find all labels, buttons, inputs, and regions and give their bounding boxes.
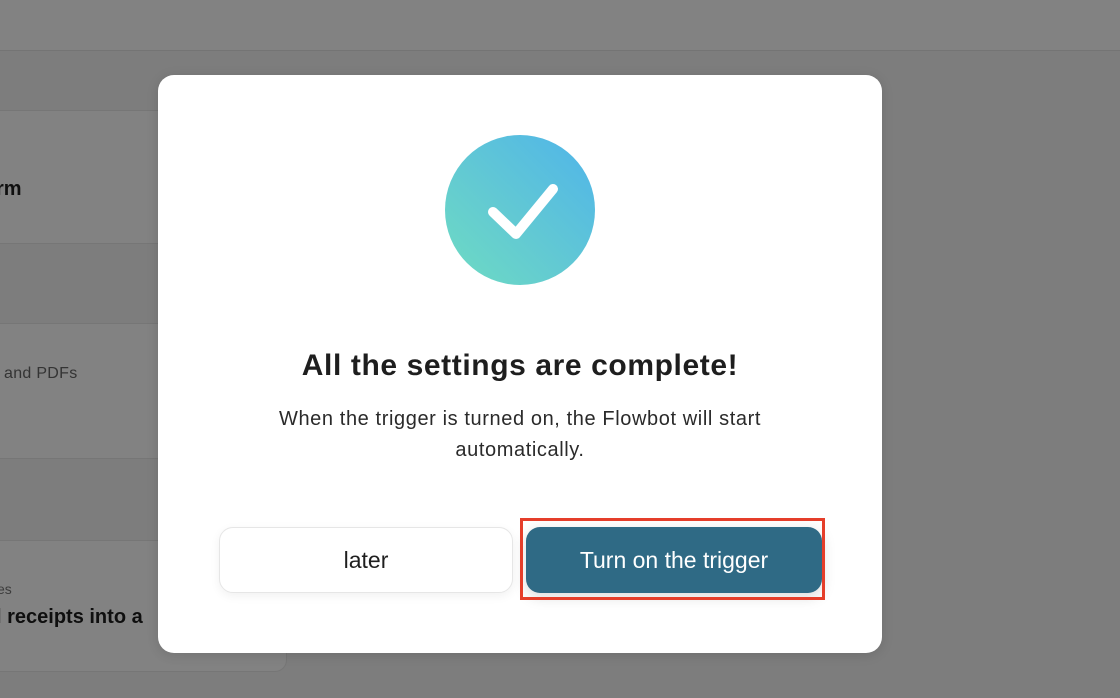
dialog-description: When the trigger is turned on, the Flowb… (278, 408, 761, 461)
completion-dialog: All the settings are complete! When the … (158, 75, 882, 653)
dialog-title: All the settings are complete! (301, 349, 739, 382)
later-button[interactable]: later (219, 527, 513, 593)
checkmark-icon (445, 135, 595, 285)
turn-on-trigger-button[interactable]: Turn on the trigger (526, 527, 822, 593)
